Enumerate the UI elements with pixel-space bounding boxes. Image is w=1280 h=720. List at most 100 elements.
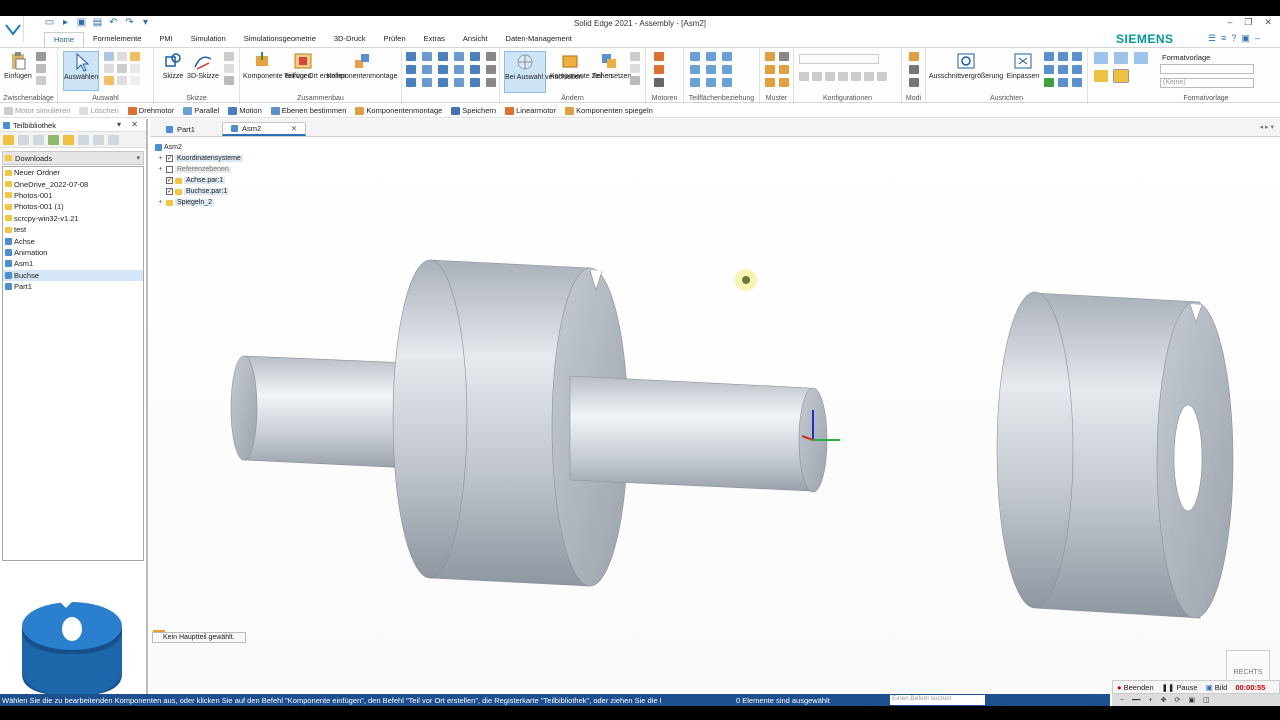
relation-icon[interactable] [438, 65, 448, 74]
tab-pruefen[interactable]: Prüfen [375, 32, 415, 47]
list-item[interactable]: Achse [3, 235, 143, 246]
relation-icon[interactable] [422, 52, 432, 61]
list-item[interactable]: Asm1 [3, 258, 143, 269]
shaft-right[interactable] [569, 375, 828, 493]
config-tool-icon[interactable] [812, 72, 822, 81]
pattern-icon[interactable] [765, 78, 775, 87]
face-relation-icon[interactable] [706, 65, 716, 74]
snapshot-button[interactable]: ▣ Bild [1206, 683, 1228, 692]
replace-part-button[interactable]: Teil ersetzen [592, 51, 631, 81]
forward-icon[interactable] [33, 134, 44, 145]
list-item[interactable]: scrcpy-win32-v1.21 [3, 213, 143, 224]
view-icon[interactable] [1044, 78, 1054, 87]
tab-formelemente[interactable]: Formelemente [84, 32, 150, 47]
face-relation-icon[interactable] [722, 78, 732, 87]
modify-tool-icon[interactable] [630, 52, 640, 61]
style-select-1[interactable] [1160, 64, 1254, 74]
select-tool-icon[interactable] [130, 52, 140, 61]
restore-icon[interactable]: ❐ [1244, 17, 1252, 28]
modify-tool-icon[interactable] [630, 64, 640, 73]
visibility-checkbox[interactable]: ✓ [166, 188, 173, 195]
motor-icon[interactable] [654, 65, 664, 74]
define-planes-command[interactable]: Ebenen bestimmen [270, 106, 346, 115]
view-icon[interactable] [1058, 65, 1068, 74]
expand-icon[interactable]: + [157, 155, 164, 162]
tree-root[interactable]: Asm2 [155, 142, 243, 153]
list-item[interactable]: Part1 [3, 281, 143, 292]
folder-icon[interactable] [3, 134, 14, 145]
relation-icon[interactable] [454, 52, 464, 61]
visibility-checkbox[interactable]: ✓ [166, 155, 173, 162]
move-on-select-button[interactable]: Bei Auswahl verschieben [504, 51, 583, 93]
mode-icon[interactable] [909, 65, 919, 74]
view-icon[interactable] [78, 134, 89, 145]
expand-icon[interactable]: + [157, 166, 164, 173]
view-orientation-icon[interactable]: ◫ [1203, 696, 1210, 704]
graphics-viewport[interactable]: Asm2 + ✓ Koordinatensysteme + Referenzebene… [150, 138, 1280, 694]
mirror-components-command[interactable]: Komponenten spiegeln [565, 106, 653, 115]
sketch-tool-icon[interactable] [224, 76, 234, 85]
pattern-icon[interactable] [779, 52, 789, 61]
stop-recording-button[interactable]: ● Beenden [1117, 683, 1154, 692]
sketch-tool-icon[interactable] [224, 52, 234, 61]
tab-home[interactable]: Home [44, 32, 85, 47]
configuration-select[interactable] [799, 54, 879, 64]
view-icon[interactable] [1072, 78, 1082, 87]
tab-scroll-icons[interactable]: ◂ ▸ ▾ [1260, 123, 1274, 131]
filter-icon[interactable] [93, 134, 104, 145]
tab-simulation[interactable]: Simulation [182, 32, 235, 47]
pattern-icon[interactable] [765, 52, 775, 61]
view-icon[interactable] [1072, 65, 1082, 74]
view-icon[interactable] [1044, 65, 1054, 74]
parallel-command[interactable]: Parallel [183, 106, 219, 115]
list-item[interactable]: Photos-001 (1) [3, 201, 143, 212]
select-tool-icon[interactable] [104, 76, 114, 85]
search-icon[interactable] [108, 134, 119, 145]
select-button[interactable]: Auswählen [63, 51, 99, 91]
drag-component-button[interactable]: Komponente ziehen [550, 51, 612, 81]
list-item[interactable]: Buchse [3, 269, 143, 281]
mode-icon[interactable] [909, 78, 919, 87]
mode-icon[interactable] [909, 52, 919, 61]
tab-asm2[interactable]: Asm2 ✕ [222, 122, 306, 136]
tree-node-mirror[interactable]: + Spiegeln_2 [155, 197, 243, 208]
relation-icon[interactable] [470, 65, 480, 74]
panel-controls[interactable]: ▾ ✕ [117, 120, 142, 129]
back-icon[interactable] [18, 134, 29, 145]
relation-icon[interactable] [486, 52, 496, 61]
select-tool-icon[interactable] [104, 64, 114, 73]
tab-ansicht[interactable]: Ansicht [454, 32, 497, 47]
style-cube-icon[interactable] [1134, 52, 1148, 64]
view-icon[interactable] [1072, 52, 1082, 61]
modify-tool-icon[interactable] [630, 76, 640, 85]
tab-part1[interactable]: Part1 [158, 122, 203, 136]
list-item[interactable]: test [3, 224, 143, 235]
tree-node-achse[interactable]: ✓ Achse.par:1 [155, 175, 243, 186]
tab-3d-druck[interactable]: 3D-Druck [325, 32, 375, 47]
format-icon[interactable] [36, 76, 46, 85]
select-tool-icon[interactable] [130, 64, 140, 73]
delete-command[interactable]: Löschen [79, 106, 119, 115]
relation-icon[interactable] [454, 78, 464, 87]
view-icon[interactable] [1058, 52, 1068, 61]
relation-icon[interactable] [470, 78, 480, 87]
style-cube-icon[interactable] [1094, 52, 1108, 64]
relation-icon[interactable] [406, 65, 416, 74]
help-icon[interactable]: ? [1231, 33, 1236, 44]
component-assembly-button[interactable]: Komponentenmontage [326, 51, 398, 81]
config-tool-icon[interactable] [864, 72, 874, 81]
list-icon[interactable]: ≡ [1221, 33, 1226, 44]
relation-icon[interactable] [406, 52, 416, 61]
sketch-3d-button[interactable]: 3D-Skizze [186, 51, 220, 81]
motor-icon[interactable] [654, 78, 664, 87]
rotate-icon[interactable]: ⟳ [1175, 696, 1181, 704]
zoom-in-icon[interactable]: + [1149, 697, 1153, 704]
save-command[interactable]: Speichern [451, 106, 496, 115]
pattern-icon[interactable] [779, 65, 789, 74]
fit-button[interactable]: Einpassen [1006, 51, 1040, 81]
style-cube-icon[interactable] [1114, 52, 1128, 64]
face-relation-icon[interactable] [722, 52, 732, 61]
tree-node-coordinates[interactable]: + ✓ Koordinatensysteme [155, 153, 243, 164]
list-item[interactable]: Animation [3, 247, 143, 258]
tab-pmi[interactable]: PMI [150, 32, 181, 47]
